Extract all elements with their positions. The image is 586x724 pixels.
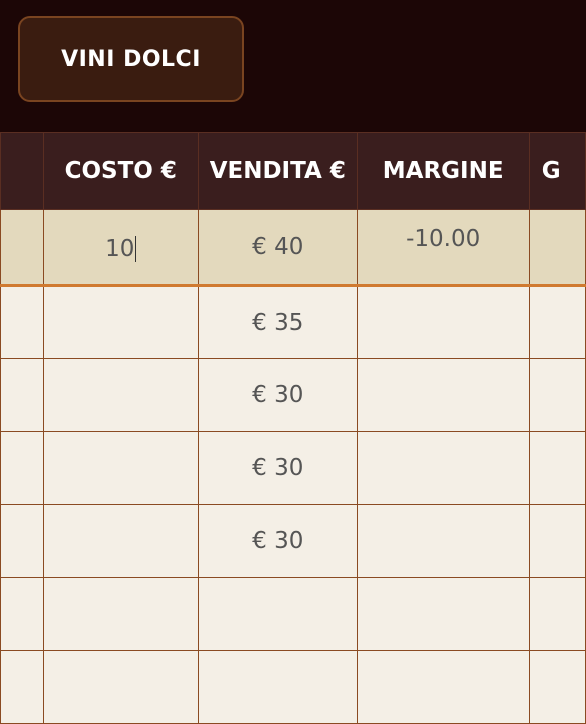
partial-cell [528,358,586,432]
column-header-name [0,132,44,210]
sale-cell: € 30 [197,431,358,505]
sale-cell [197,650,358,724]
sale-cell: € 30 [197,504,358,578]
column-header-partial: G [528,132,586,210]
name-cell[interactable] [0,431,44,505]
column-header-cost: COSTO € [42,132,199,210]
table-row-active[interactable]: 10 € 40 -10.00 [0,209,586,287]
partial-cell [528,650,586,724]
top-toolbar: VINI DOLCI [0,0,586,132]
margin-cell [356,504,530,578]
name-cell[interactable] [0,285,44,359]
partial-cell [528,209,586,287]
column-header-margin: MARGINE [356,132,530,210]
cost-cell[interactable] [42,431,199,505]
table-row[interactable] [0,650,586,724]
margin-cell [356,358,530,432]
column-header-sale: VENDITA € [197,132,358,210]
cost-input-cell[interactable]: 10 [42,209,199,287]
cost-cell[interactable] [42,285,199,359]
cost-cell[interactable] [42,358,199,432]
table-row[interactable]: € 30 [0,431,586,505]
margin-cell: -10.00 [356,209,530,287]
margin-cell [356,577,530,651]
partial-cell [528,431,586,505]
table-row[interactable]: € 30 [0,358,586,432]
cost-cell[interactable] [42,577,199,651]
category-button-vini-dolci[interactable]: VINI DOLCI [18,16,244,102]
cost-cell[interactable] [42,504,199,578]
table-row[interactable] [0,577,586,651]
name-cell[interactable] [0,650,44,724]
sale-cell [197,577,358,651]
name-cell[interactable] [0,577,44,651]
sale-cell: € 35 [197,285,358,359]
cost-input-value[interactable]: 10 [105,236,134,262]
partial-cell [528,504,586,578]
wine-price-table: COSTO € VENDITA € MARGINE G 10 € 40 -10.… [0,132,586,724]
text-caret [135,236,137,263]
margin-cell [356,650,530,724]
sale-cell: € 40 [197,209,358,287]
margin-cell [356,431,530,505]
name-cell[interactable] [0,358,44,432]
margin-cell [356,285,530,359]
name-cell[interactable] [0,209,44,287]
cost-cell[interactable] [42,650,199,724]
sale-cell: € 30 [197,358,358,432]
partial-cell [528,285,586,359]
table-header-row: COSTO € VENDITA € MARGINE G [0,132,586,210]
table-row[interactable]: € 35 [0,285,586,359]
partial-cell [528,577,586,651]
name-cell[interactable] [0,504,44,578]
table-row[interactable]: € 30 [0,504,586,578]
